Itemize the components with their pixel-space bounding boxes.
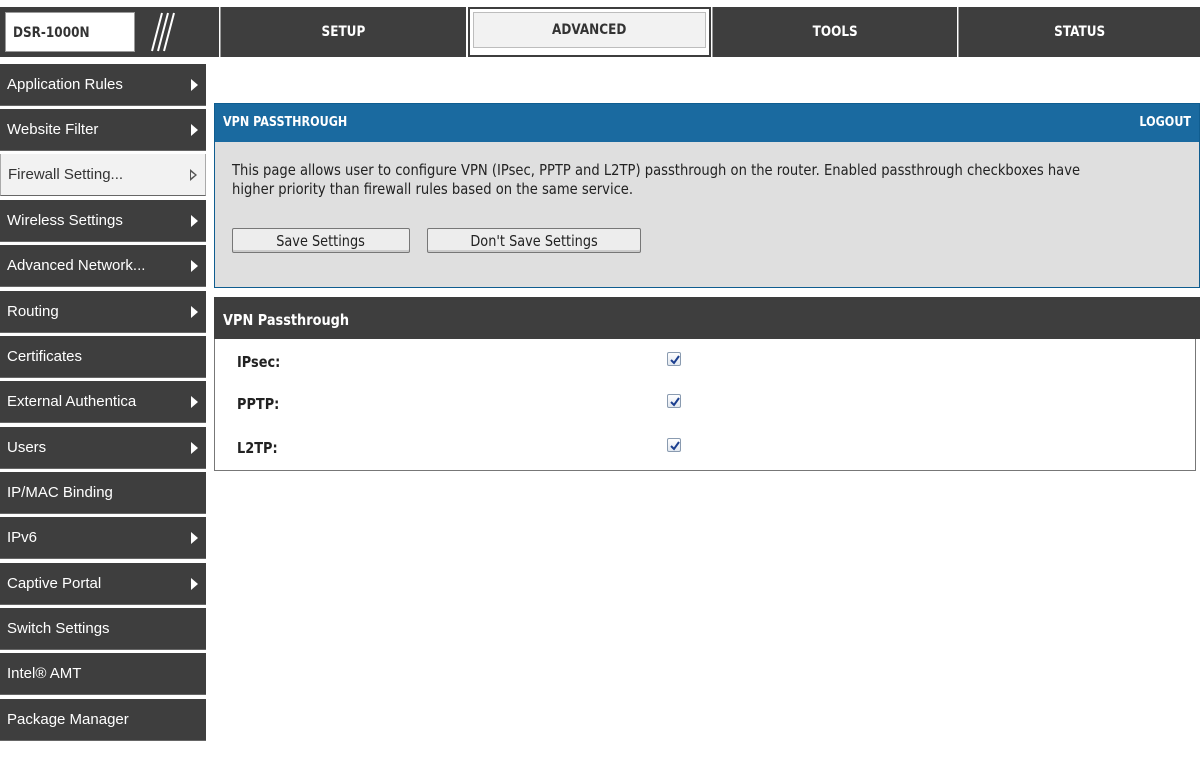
brand-area: DSR-1000N bbox=[0, 7, 219, 57]
sidebar-item-wireless-settings[interactable]: Wireless Settings bbox=[0, 200, 206, 242]
ipsec-checkbox[interactable] bbox=[667, 352, 681, 366]
top-nav-bar: DSR-1000N SETUP ADVANCED TOOLS STATUS bbox=[0, 0, 1200, 57]
sidebar-item-ipv6[interactable]: IPv6 bbox=[0, 517, 206, 559]
chevron-right-icon bbox=[191, 260, 198, 272]
vpn-passthrough-panel: VPN PASSTHROUGH LOGOUT This page allows … bbox=[214, 103, 1200, 288]
save-settings-label: Save Settings bbox=[276, 231, 366, 250]
tab-status-label: STATUS bbox=[1053, 24, 1105, 40]
page-title: VPN PASSTHROUGH bbox=[223, 115, 348, 130]
chevron-right-icon bbox=[191, 442, 198, 454]
sidebar-item-advanced-network[interactable]: Advanced Network... bbox=[0, 245, 206, 287]
brand-logo-box: DSR-1000N bbox=[5, 12, 135, 52]
model-name: DSR-1000N bbox=[13, 25, 90, 41]
logout-link[interactable]: LOGOUT bbox=[1139, 115, 1191, 130]
sidebar-item-label: IPv6 bbox=[7, 529, 38, 546]
sidebar-item-label: Application Rules bbox=[7, 76, 123, 93]
sidebar-item-label: Captive Portal bbox=[7, 575, 102, 592]
section-title: VPN Passthrough bbox=[223, 311, 350, 329]
vpn-passthrough-section: VPN Passthrough IPsec: PPTP: L2TP: bbox=[214, 297, 1200, 471]
sidebar-item-intel-amt[interactable]: Intel® AMT bbox=[0, 653, 206, 695]
sidebar-item-package-manager[interactable]: Package Manager bbox=[0, 699, 206, 741]
page-description: This page allows user to configure VPN (… bbox=[232, 161, 1081, 198]
slash-logo-icon bbox=[151, 12, 175, 52]
sidebar-item-label: Users bbox=[7, 439, 47, 456]
sidebar-item-label: External Authentica bbox=[7, 393, 137, 410]
sidebar-menu: Application Rules Website Filter Firewal… bbox=[0, 64, 206, 763]
chevron-right-outline-inner bbox=[191, 172, 195, 178]
tab-setup-label: SETUP bbox=[321, 24, 366, 40]
sidebar-item-firewall-setting[interactable]: Firewall Setting... bbox=[0, 154, 206, 196]
chevron-right-icon bbox=[191, 124, 198, 136]
chevron-right-icon bbox=[191, 79, 198, 91]
chevron-right-icon bbox=[191, 306, 198, 318]
section-body: IPsec: PPTP: L2TP: bbox=[214, 339, 1196, 471]
sidebar-item-label: Intel® AMT bbox=[7, 665, 82, 682]
sidebar-item-label: Wireless Settings bbox=[7, 212, 123, 229]
l2tp-label: L2TP: bbox=[237, 439, 278, 457]
sidebar-item-website-filter[interactable]: Website Filter bbox=[0, 109, 206, 151]
sidebar-item-switch-settings[interactable]: Switch Settings bbox=[0, 608, 206, 650]
pptp-checkbox[interactable] bbox=[667, 394, 681, 408]
sidebar-item-routing[interactable]: Routing bbox=[0, 291, 206, 333]
dont-save-settings-label: Don't Save Settings bbox=[470, 231, 598, 250]
sidebar-item-external-authentication[interactable]: External Authentica bbox=[0, 381, 206, 423]
panel-header: VPN PASSTHROUGH LOGOUT bbox=[215, 104, 1199, 142]
sidebar-item-users[interactable]: Users bbox=[0, 427, 206, 469]
tab-setup[interactable]: SETUP bbox=[220, 7, 466, 57]
checkmark-icon bbox=[670, 397, 680, 407]
sidebar-item-label: Firewall Setting... bbox=[8, 166, 124, 183]
chevron-right-icon bbox=[191, 578, 198, 590]
tab-advanced[interactable]: ADVANCED bbox=[468, 7, 711, 57]
sidebar-item-label: Website Filter bbox=[7, 121, 99, 138]
l2tp-checkbox[interactable] bbox=[667, 438, 681, 452]
sidebar-item-captive-portal[interactable]: Captive Portal bbox=[0, 563, 206, 605]
chevron-right-icon bbox=[191, 396, 198, 408]
tab-advanced-label: ADVANCED bbox=[552, 22, 627, 38]
sidebar-item-label: Certificates bbox=[7, 348, 83, 365]
tab-tools[interactable]: TOOLS bbox=[712, 7, 957, 57]
section-header: VPN Passthrough bbox=[214, 297, 1200, 339]
sidebar-item-label: Routing bbox=[7, 303, 59, 320]
pptp-label: PPTP: bbox=[237, 395, 280, 413]
chevron-right-icon bbox=[191, 215, 198, 227]
checkmark-icon bbox=[670, 355, 680, 365]
tab-advanced-selected: ADVANCED bbox=[473, 12, 706, 48]
ipsec-label: IPsec: bbox=[237, 353, 281, 371]
sidebar-item-label: IP/MAC Binding bbox=[7, 484, 113, 501]
chevron-right-icon bbox=[191, 532, 198, 544]
tab-status[interactable]: STATUS bbox=[958, 7, 1200, 57]
tab-tools-label: TOOLS bbox=[812, 24, 858, 40]
sidebar-item-label: Package Manager bbox=[7, 711, 129, 728]
sidebar-item-certificates[interactable]: Certificates bbox=[0, 336, 206, 378]
sidebar-item-ip-mac-binding[interactable]: IP/MAC Binding bbox=[0, 472, 206, 514]
checkmark-icon bbox=[670, 441, 680, 451]
sidebar-item-label: Switch Settings bbox=[7, 620, 110, 637]
save-settings-button[interactable]: Save Settings bbox=[232, 228, 410, 253]
dont-save-settings-button[interactable]: Don't Save Settings bbox=[427, 228, 641, 253]
sidebar-item-label: Advanced Network... bbox=[7, 257, 146, 274]
sidebar-item-application-rules[interactable]: Application Rules bbox=[0, 64, 206, 106]
